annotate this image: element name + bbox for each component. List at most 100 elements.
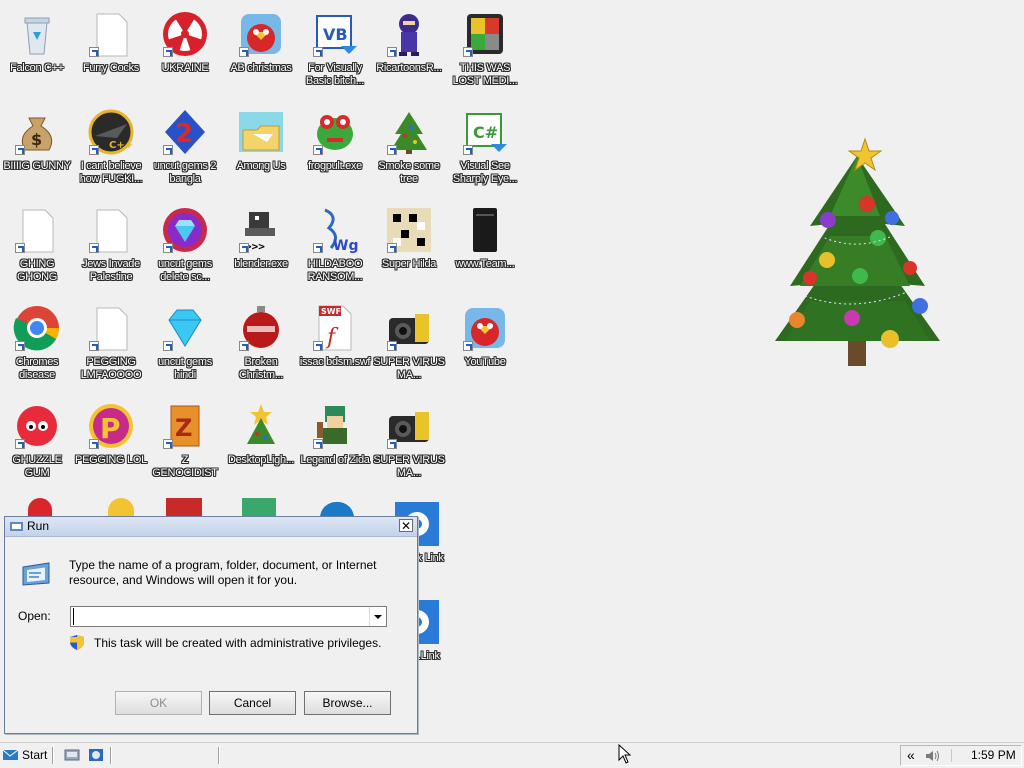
recycle-bin-icon (24, 17, 50, 55)
taskbar-separator (52, 747, 54, 764)
desktop-icon[interactable]: AB christmas (224, 4, 298, 98)
desktop-icon[interactable]: Chromes disease (0, 298, 74, 392)
desktop-icon[interactable]: Wg HILDABOO RANSOM... (298, 200, 372, 294)
desktop-icon-label: UKRAINE (161, 62, 209, 74)
desktop-icon[interactable]: Super Hilda (372, 200, 446, 294)
desktop-icon[interactable]: PEGGING LMFAOOOO (74, 298, 148, 392)
desktop-icon-label: PEGGING LOL (75, 454, 147, 466)
desktop-icon[interactable]: VB For Visually Basic bitch... (298, 4, 372, 98)
svg-text:Z: Z (175, 414, 192, 442)
svg-text:SWF: SWF (321, 307, 341, 316)
desktop-icon[interactable]: SUPER VIRUS MA... (372, 396, 446, 490)
desktop-icon[interactable]: SUPER VIRUS MA... (372, 298, 446, 392)
desktop-icon-label: THIS WAS LOST MEDI... (452, 62, 518, 87)
close-button[interactable]: ✕ (399, 519, 413, 532)
desktop-icon[interactable]: C++ I cant believe how FUGKI... (74, 102, 148, 196)
start-button[interactable]: Start (2, 745, 48, 765)
desktop-icon-label: RicartoonsR... (376, 62, 442, 74)
taskbar: Start « 1:59 PM (0, 742, 1024, 768)
desktop-icon[interactable]: YouTube (448, 298, 522, 392)
desktop-icon-label: DesktopLigh... (227, 454, 295, 466)
open-label: Open: (18, 609, 51, 623)
desktop-icon-label: blender.exe (234, 258, 288, 270)
dropdown-button[interactable] (369, 607, 386, 626)
desktop-icon[interactable]: uncut gems delete sc... (148, 200, 222, 294)
shield-icon (70, 635, 84, 650)
svg-text:P: P (100, 412, 121, 445)
tray-chevron-icon[interactable]: « (907, 747, 915, 763)
run-icon (10, 522, 23, 531)
desktop-icon-label: Furry Cocks (83, 62, 139, 74)
desktop-icon[interactable]: Falcon C++ (0, 4, 74, 98)
desktop-icon-label: uncut gems 2 bangla (153, 160, 217, 185)
desktop-icon[interactable]: www.Team... (448, 200, 522, 294)
desktop-icon-label: issac bdsm.swf (299, 356, 371, 368)
mouse-cursor-icon (618, 744, 632, 764)
desktop-icon-label: Legend of Zida (300, 454, 370, 466)
run-program-icon (22, 562, 50, 586)
desktop-icon-label: Super Hilda (381, 258, 437, 270)
desktop-icon-label: frogpult.exe (308, 160, 362, 172)
desktop-icon[interactable]: C# Visual See Sharply Eye... (448, 102, 522, 196)
speaker-icon[interactable] (925, 749, 941, 763)
desktop-icon-label: SUPER VIRUS MA... (373, 454, 445, 479)
chevron-down-icon (374, 615, 382, 619)
browser-icon[interactable] (88, 748, 104, 762)
run-dialog-title: Run (27, 519, 50, 533)
desktop-icon[interactable]: uncut gems hindi (148, 298, 222, 392)
desktop-icon[interactable]: GHUZZLE GUM (0, 396, 74, 490)
desktop-icon[interactable]: Smoke some tree (372, 102, 446, 196)
desktop-icon[interactable]: Legend of Zida (298, 396, 372, 490)
desktop-icon-label: Among Us (236, 160, 286, 172)
clock[interactable]: 1:59 PM (971, 748, 1016, 762)
open-combobox[interactable] (70, 606, 387, 627)
desktop-icon-label: HILDABOO RANSOM... (307, 258, 363, 283)
ok-button[interactable]: OK (115, 691, 202, 715)
desktop-icon[interactable]: Z Z GENOCIDIST (148, 396, 222, 490)
desktop-icon[interactable]: GHING GHONG (0, 200, 74, 294)
desktop-icon-label: For Visually Basic bitch... (305, 62, 365, 87)
desktop-icon[interactable]: UKRAINE (148, 4, 222, 98)
desktop-icon[interactable]: RicartoonsR... (372, 4, 446, 98)
desktop-icon-label: www.Team... (455, 258, 515, 270)
desktop-icon-label: BIIIIG GUNNY (3, 160, 71, 172)
start-label: Start (22, 748, 48, 762)
desktop-icon[interactable]: $ BIIIIG GUNNY (0, 102, 74, 196)
system-tray: « 1:59 PM (900, 745, 1022, 766)
open-input[interactable] (73, 608, 368, 625)
desktop-icon[interactable]: SWF f issac bdsm.swf (298, 298, 372, 392)
desktop-icon[interactable]: frogpult.exe (298, 102, 372, 196)
desktop-icon[interactable]: DesktopLigh... (224, 396, 298, 490)
christmas-tree-icon (775, 137, 940, 366)
desktop-icon[interactable]: Furry Cocks (74, 4, 148, 98)
svg-text:Wg: Wg (333, 238, 358, 254)
show-desktop-icon[interactable] (64, 748, 80, 762)
desktop-icon[interactable]: 2 uncut gems 2 bangla (148, 102, 222, 196)
desktop-icon-label: Smoke some tree (378, 160, 440, 185)
run-description: Type the name of a program, folder, docu… (69, 558, 377, 587)
desktop-icon-label: SUPER VIRUS MA... (373, 356, 445, 381)
svg-text:2: 2 (175, 119, 193, 149)
taskbar-separator (110, 747, 112, 764)
browse-button[interactable]: Browse... (304, 691, 391, 715)
start-icon (2, 749, 19, 760)
svg-text:$: $ (31, 130, 42, 149)
desktop-icon-label: Z GENOCIDIST (152, 454, 218, 479)
desktop-icon-label: Visual See Sharply Eye... (452, 160, 518, 185)
desktop-icon[interactable]: P PEGGING LOL (74, 396, 148, 490)
star-tree-icon (247, 404, 275, 444)
desktop-icon-label: Chromes disease (15, 356, 59, 381)
desktop-icon[interactable]: THIS WAS LOST MEDI... (448, 4, 522, 98)
desktop-icon-label: uncut gems delete sc... (158, 258, 212, 283)
run-dialog-titlebar[interactable]: Run ✕ (5, 517, 417, 537)
desktop-icon[interactable]: >>> blender.exe (224, 200, 298, 294)
close-icon: ✕ (400, 519, 412, 533)
desktop-icon[interactable]: Jews Invade Palestine (74, 200, 148, 294)
desktop-icon[interactable]: Broken Christm... (224, 298, 298, 392)
desktop-icon-label: Jews Invade Palestine (82, 258, 140, 283)
desktop-icon-label: GHUZZLE GUM (12, 454, 62, 479)
run-dialog: Run ✕ Type the name of a program, folder… (4, 516, 418, 734)
desktop-icon[interactable]: Among Us (224, 102, 298, 196)
desktop-icon-label: PEGGING LMFAOOOO (80, 356, 142, 381)
cancel-button[interactable]: Cancel (209, 691, 296, 715)
